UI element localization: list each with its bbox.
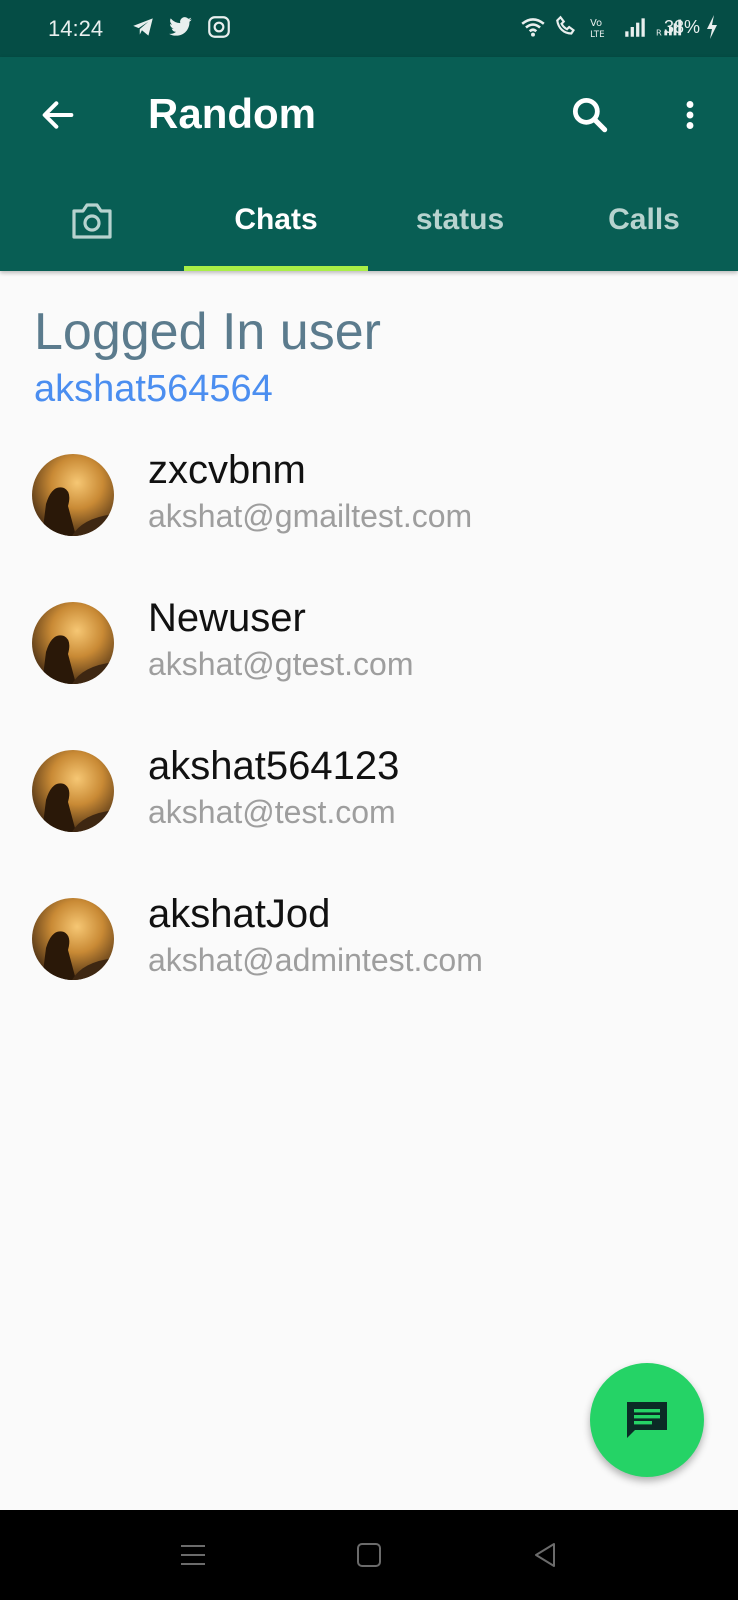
battery-level: 38% xyxy=(663,17,700,37)
wifi-calling-icon xyxy=(556,15,575,35)
status-time: 14:24 xyxy=(48,16,104,41)
tab-calls[interactable]: Calls xyxy=(552,179,736,271)
chat-name: Newuser xyxy=(148,596,306,640)
avatar xyxy=(32,454,114,536)
status-bar: 14:24 Vo LTE R 38% xyxy=(0,0,738,57)
chat-row[interactable]: Newuser akshat@gtest.com xyxy=(0,588,738,736)
avatar xyxy=(32,898,114,980)
avatar xyxy=(32,750,114,832)
system-nav-bar xyxy=(0,1510,738,1600)
chat-list: zxcvbnm akshat@gmailtest.com Newuser aks… xyxy=(0,440,738,1032)
chat-row[interactable]: akshatJod akshat@admintest.com xyxy=(0,884,738,1032)
tab-indicator xyxy=(184,266,368,271)
app-bar: Random Chats status Calls xyxy=(0,57,738,271)
logged-in-username: akshat564564 xyxy=(34,368,273,410)
camera-icon xyxy=(72,203,112,239)
tab-calls-label: Calls xyxy=(608,203,680,236)
volte-icon: VoLTE xyxy=(590,18,604,40)
svg-text:LTE: LTE xyxy=(590,30,604,40)
app-title: Random xyxy=(148,90,316,137)
avatar xyxy=(32,602,114,684)
search-icon[interactable] xyxy=(568,93,612,137)
chat-row[interactable]: akshat564123 akshat@test.com xyxy=(0,736,738,884)
chat-email: akshat@test.com xyxy=(148,794,396,830)
menu-nav-icon[interactable] xyxy=(178,1540,208,1570)
svg-text:Vo: Vo xyxy=(590,18,602,29)
svg-text:R: R xyxy=(656,27,662,37)
chat-row[interactable]: zxcvbnm akshat@gmailtest.com xyxy=(0,440,738,588)
more-options-icon[interactable] xyxy=(672,93,708,137)
tab-status-label: status xyxy=(415,203,505,236)
app-notification-icon xyxy=(208,16,230,38)
charging-icon xyxy=(707,15,717,39)
chat-email: akshat@gtest.com xyxy=(148,646,414,682)
signal-icon xyxy=(625,18,645,37)
telegram-icon xyxy=(133,18,153,36)
chat-email: akshat@gmailtest.com xyxy=(148,498,473,534)
home-nav-icon[interactable] xyxy=(354,1540,384,1570)
tab-chats-label: Chats xyxy=(234,203,318,236)
back-nav-icon[interactable] xyxy=(530,1540,560,1570)
chat-name: akshat564123 xyxy=(148,744,400,788)
chat-name: akshatJod xyxy=(148,892,331,936)
tab-status[interactable]: status xyxy=(368,179,552,271)
new-chat-button[interactable] xyxy=(590,1363,704,1477)
chat-message-icon xyxy=(627,1402,667,1438)
tab-camera[interactable] xyxy=(0,179,184,271)
back-arrow-icon[interactable] xyxy=(38,95,78,135)
chat-name: zxcvbnm xyxy=(148,448,306,492)
logged-in-label: Logged In user xyxy=(34,303,381,361)
tab-bar: Chats status Calls xyxy=(0,179,738,271)
chat-email: akshat@admintest.com xyxy=(148,942,483,978)
wifi-icon xyxy=(521,18,545,37)
twitter-icon xyxy=(169,17,192,36)
tab-chats[interactable]: Chats xyxy=(184,179,368,271)
